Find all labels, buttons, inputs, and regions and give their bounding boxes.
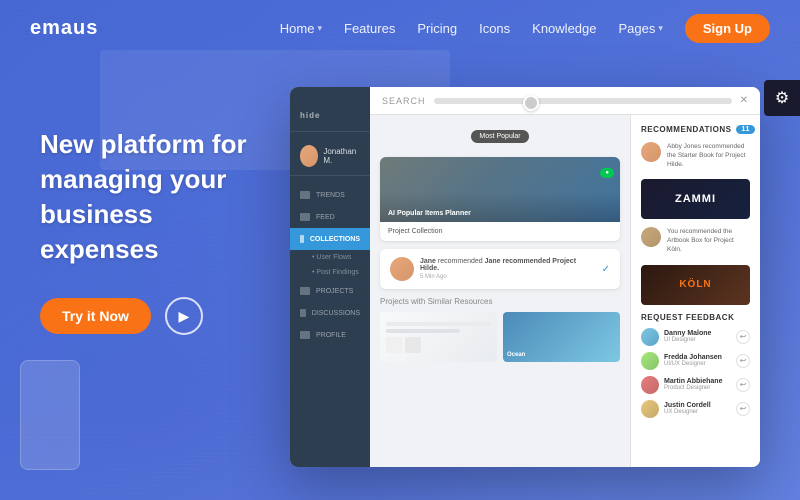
similar-resources: Projects with Similar Resources: [380, 297, 620, 362]
sidebar-logo-text: hide: [300, 111, 320, 120]
sidebar-item-collections[interactable]: COLLECTIONS: [290, 228, 370, 250]
feedback-info-3: Martin Abbiehane Product Designer: [664, 378, 731, 391]
most-popular-badge: Most Popular: [471, 130, 528, 143]
feed-image-nature: AI Popular Items Planner ●: [380, 157, 620, 222]
rec-avatar-2: [641, 227, 661, 247]
feed-card-text: Project Collection: [380, 222, 620, 241]
try-now-button[interactable]: Try it Now: [40, 298, 151, 334]
search-label: SEARCH: [382, 96, 426, 106]
rec-item-1: Abby Jones recommended the Starter Book …: [641, 142, 750, 169]
rec-text-2: You recommended the Artbook Box for Proj…: [667, 227, 750, 254]
feedback-avatar-3: [641, 376, 659, 394]
nav-links: Home ▾ Features Pricing Icons Knowledge …: [280, 14, 770, 43]
hero-title: New platform for managing your business …: [40, 127, 260, 267]
rec-count-badge: 11: [736, 125, 754, 134]
feedback-info-2: Fredda Johansen UI/UX Designer: [664, 354, 731, 367]
search-slider[interactable]: [434, 98, 732, 104]
feedback-item-3: Martin Abbiehane Product Designer ↩: [641, 376, 750, 394]
sidebar-item-feed[interactable]: FEED: [290, 206, 370, 228]
settings-gear-icon[interactable]: ⚙: [764, 80, 800, 116]
feed-icon: [300, 213, 310, 221]
signup-button[interactable]: Sign Up: [685, 14, 770, 43]
projects-icon: [300, 287, 310, 295]
sidebar-sub-post-findings[interactable]: • Post Findings: [290, 265, 370, 280]
sidebar-item-discussions[interactable]: DISCUSSIONS: [290, 302, 370, 324]
feedback-info-1: Danny Malone UI Designer: [664, 330, 731, 343]
search-bar: SEARCH ✕: [370, 87, 760, 115]
discussions-icon: [300, 309, 306, 317]
app-main: SEARCH ✕ Most Popular A: [370, 87, 760, 467]
rec-avatar-1: [641, 142, 661, 162]
brand-logo: emaus: [30, 17, 98, 40]
feedback-info-4: Justin Cordell UX Designer: [664, 402, 731, 415]
rec-title: RECOMMENDATIONS 11: [641, 125, 750, 134]
collections-icon: [300, 235, 304, 243]
nav-knowledge[interactable]: Knowledge: [532, 21, 596, 36]
feed-image-overlay: AI Popular Items Planner: [388, 210, 471, 217]
chevron-down-icon: ▾: [658, 23, 663, 34]
feedback-item-4: Justin Cordell UX Designer ↩: [641, 400, 750, 418]
sidebar-user: Jonathan M.: [290, 137, 370, 176]
navbar: emaus Home ▾ Features Pricing Icons Know…: [0, 0, 800, 57]
rec-item-2: You recommended the Artbook Box for Proj…: [641, 227, 750, 254]
nav-features[interactable]: Features: [344, 21, 395, 36]
feedback-avatar-1: [641, 328, 659, 346]
feedback-reply-4[interactable]: ↩: [736, 402, 750, 416]
app-screenshot: hide Jonathan M. TRENDS FEED COLLECTIONS: [290, 87, 770, 467]
similar-label: Projects with Similar Resources: [380, 297, 620, 306]
sidebar-item-profile[interactable]: PROFILE: [290, 324, 370, 346]
feed-area: Most Popular AI Popular Items Planner ●: [370, 115, 630, 467]
feedback-item-1: Danny Malone UI Designer ↩: [641, 328, 750, 346]
feedback-reply-3[interactable]: ↩: [736, 378, 750, 392]
hero-actions: Try it Now ▶: [40, 297, 260, 335]
feedback-avatar-2: [641, 352, 659, 370]
hero-left: New platform for managing your business …: [40, 97, 260, 335]
rec-image-koln: KÖLN: [641, 265, 750, 305]
feedback-reply-2[interactable]: ↩: [736, 354, 750, 368]
nav-pages[interactable]: Pages ▾: [618, 21, 662, 36]
chevron-down-icon: ▾: [317, 23, 322, 34]
app-window: hide Jonathan M. TRENDS FEED COLLECTIONS: [290, 87, 760, 467]
feed-notification: Jane recommended Jane recommended Projec…: [380, 249, 620, 289]
feedback-item-2: Fredda Johansen UI/UX Designer ↩: [641, 352, 750, 370]
sidebar-logo: hide: [290, 97, 370, 132]
nav-pricing[interactable]: Pricing: [417, 21, 457, 36]
sidebar-username: Jonathan M.: [323, 147, 360, 165]
sidebar-sub-user-flows[interactable]: • User Flows: [290, 250, 370, 265]
app-sidebar: hide Jonathan M. TRENDS FEED COLLECTIONS: [290, 87, 370, 467]
nav-home[interactable]: Home ▾: [280, 21, 322, 36]
hero-content: New platform for managing your business …: [0, 57, 800, 467]
app-content-area: Most Popular AI Popular Items Planner ●: [370, 115, 760, 467]
similar-card-2: Ocean: [503, 312, 620, 362]
notif-avatar: [390, 257, 414, 281]
feedback-avatar-4: [641, 400, 659, 418]
notif-text: Jane recommended Jane recommended Projec…: [420, 258, 596, 280]
similar-cards-container: Ocean: [380, 312, 620, 362]
similar-card-1: [380, 312, 497, 362]
profile-icon: [300, 331, 310, 339]
checkmark-icon: ✓: [602, 264, 610, 275]
rec-image-zammi: ZAMMI: [641, 179, 750, 219]
play-icon: ▶: [179, 308, 190, 325]
feedback-reply-1[interactable]: ↩: [736, 330, 750, 344]
sidebar-item-projects[interactable]: PROJECTS: [290, 280, 370, 302]
feed-card-image: AI Popular Items Planner ● Project Colle…: [380, 157, 620, 241]
rec-text-1: Abby Jones recommended the Starter Book …: [667, 142, 750, 169]
status-badge: ●: [600, 168, 614, 178]
avatar: [300, 145, 318, 167]
recommendations-panel: RECOMMENDATIONS 11 Abby Jones recommende…: [630, 115, 760, 467]
play-button[interactable]: ▶: [165, 297, 203, 335]
close-icon[interactable]: ✕: [740, 95, 748, 106]
feedback-section-title: REQUEST FEEDBACK: [641, 313, 750, 322]
trends-icon: [300, 191, 310, 199]
sidebar-item-trends[interactable]: TRENDS: [290, 184, 370, 206]
nav-icons[interactable]: Icons: [479, 21, 510, 36]
